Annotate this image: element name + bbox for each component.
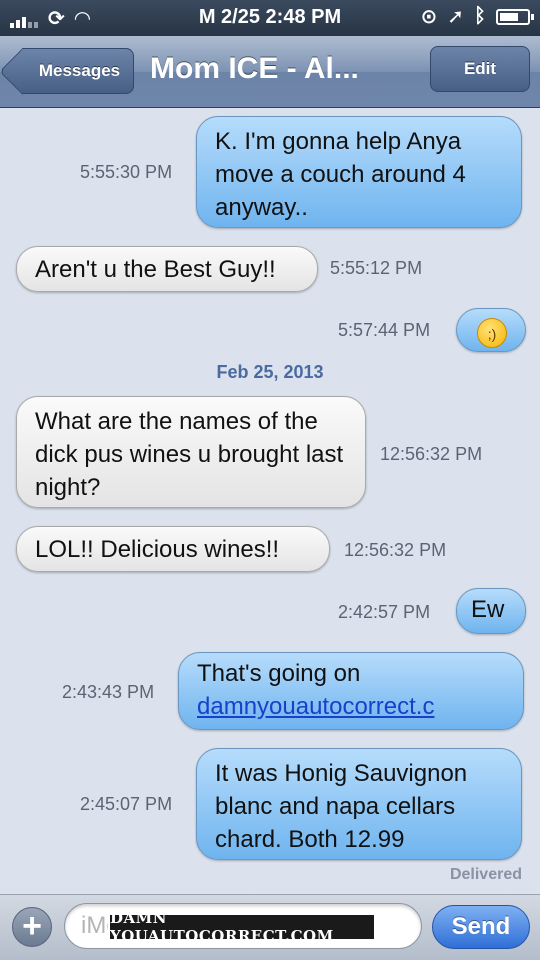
battery-icon xyxy=(496,8,534,25)
received-message-bubble[interactable]: Aren't u the Best Guy!! xyxy=(16,246,318,292)
winking-face-icon: ;) xyxy=(477,317,507,348)
message-link[interactable]: damnyouautocorrect.c xyxy=(197,693,434,720)
sent-message-bubble[interactable]: Ew xyxy=(456,588,526,634)
delivered-label: Delivered xyxy=(449,866,522,883)
bluetooth-icon: ᛒ xyxy=(474,5,486,27)
received-message-bubble[interactable]: What are the names of the dick pus wines… xyxy=(16,396,366,508)
message-timestamp: 2:45:07 PM xyxy=(80,794,173,814)
message-text: That's going on xyxy=(197,660,361,687)
conversation-title: Mom ICE - Al... xyxy=(150,52,359,85)
message-timestamp: 12:56:32 PM xyxy=(380,444,483,464)
sent-message-bubble[interactable]: That's going on damnyouautocorrect.c xyxy=(178,652,524,730)
message-timestamp: 5:55:12 PM xyxy=(330,258,423,278)
location-icon: ➚ xyxy=(447,6,464,28)
status-bar: ⟳ ◠ M 2/25 2:48 PM ⊙ ➚ ᛒ xyxy=(0,0,540,36)
nav-bar: Messages Mom ICE - Al... Edit xyxy=(0,36,540,108)
back-button[interactable]: Messages xyxy=(22,48,134,94)
message-timestamp: 5:57:44 PM xyxy=(338,320,431,340)
add-attachment-button[interactable]: + xyxy=(12,907,52,947)
sent-message-bubble[interactable]: ;) xyxy=(456,308,526,352)
watermark-logo: DAMN YOUAUTOCORRECT.COM xyxy=(108,909,376,945)
message-timestamp: 2:43:43 PM xyxy=(62,682,155,702)
message-timestamp: 12:56:32 PM xyxy=(344,540,447,560)
rotation-lock-icon: ⊙ xyxy=(420,6,438,28)
sent-message-bubble[interactable]: K. I'm gonna help Anya move a couch arou… xyxy=(196,116,522,228)
send-button[interactable]: Send xyxy=(432,905,530,949)
status-right: ⊙ ➚ ᛒ xyxy=(420,4,534,29)
date-separator: Feb 25, 2013 xyxy=(216,362,324,382)
message-timestamp: 2:42:57 PM xyxy=(338,602,431,622)
sent-message-bubble[interactable]: It was Honig Sauvignon blanc and napa ce… xyxy=(196,748,522,860)
received-message-bubble[interactable]: LOL!! Delicious wines!! xyxy=(16,526,330,572)
message-timestamp: 5:55:30 PM xyxy=(80,162,173,182)
edit-button[interactable]: Edit xyxy=(430,46,530,92)
